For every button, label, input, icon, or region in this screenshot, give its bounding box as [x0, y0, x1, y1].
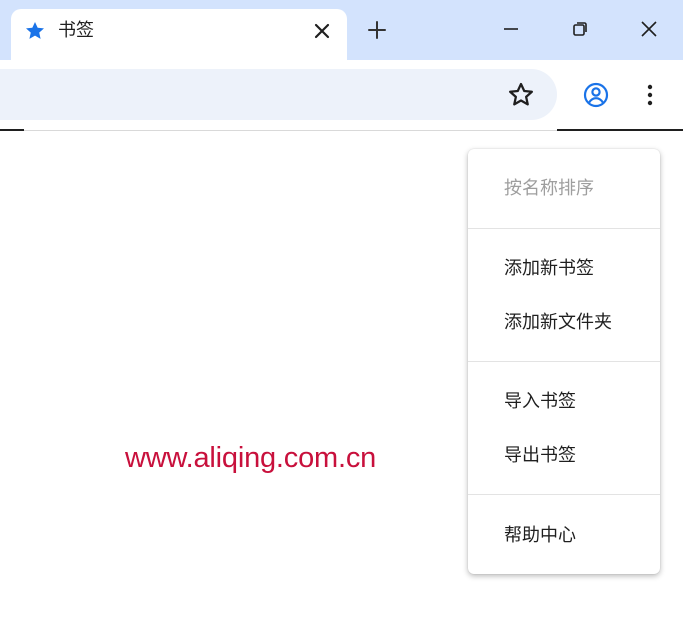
menu-item-help-center[interactable]: 帮助中心 — [468, 513, 660, 559]
menu-separator — [468, 361, 660, 362]
minimize-icon[interactable] — [498, 16, 524, 42]
toolbar-divider — [24, 130, 557, 131]
watermark-text: www.aliqing.com.cn — [125, 442, 377, 474]
toolbar — [0, 60, 683, 130]
menu-item-import-bookmarks[interactable]: 导入书签 — [468, 379, 660, 425]
bookmarks-menu: 按名称排序 添加新书签 添加新文件夹 导入书签 导出书签 帮助中心 — [468, 149, 660, 574]
menu-separator — [468, 228, 660, 229]
star-outline-icon[interactable] — [506, 80, 536, 110]
browser-window: 书签 www.aliqing.com.cn 按名称排序 添加新书签 添加新文件夹… — [0, 0, 683, 628]
menu-item-sort-by-name: 按名称排序 — [504, 178, 594, 199]
toolbar-divider — [0, 129, 24, 131]
menu-item-add-folder[interactable]: 添加新文件夹 — [468, 300, 660, 346]
close-icon[interactable] — [636, 16, 662, 42]
menu-separator — [468, 494, 660, 495]
menu-item-add-bookmark[interactable]: 添加新书签 — [468, 246, 660, 292]
tab-bookmarks[interactable]: 书签 — [11, 9, 347, 60]
more-vertical-icon[interactable] — [638, 80, 662, 110]
menu-item-export-bookmarks[interactable]: 导出书签 — [468, 433, 660, 479]
plus-icon[interactable] — [364, 17, 390, 43]
star-icon — [26, 22, 44, 39]
tab-strip: 书签 — [0, 0, 683, 60]
tab-title: 书签 — [58, 20, 94, 41]
close-icon[interactable] — [310, 19, 334, 43]
address-bar[interactable] — [0, 69, 557, 120]
account-circle-icon[interactable] — [581, 80, 611, 110]
toolbar-divider — [557, 129, 683, 131]
restore-icon[interactable] — [567, 16, 593, 42]
